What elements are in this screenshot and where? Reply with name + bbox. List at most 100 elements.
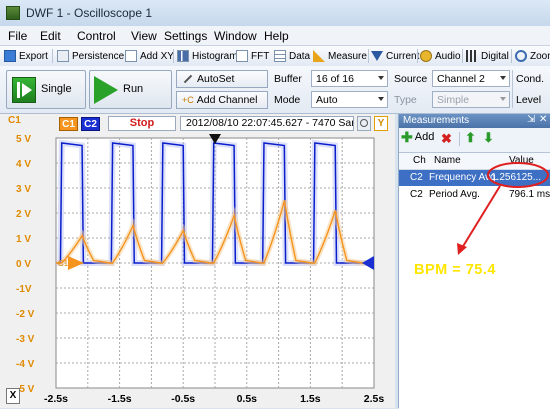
measurements-table: Ch Name Value C2 Frequency Avg. 1.256125… [399, 152, 550, 409]
menu-file[interactable]: File [8, 29, 27, 43]
buffer-label: Buffer [274, 73, 302, 85]
zoom-button[interactable]: Zoom [515, 48, 550, 64]
chevron-down-icon [500, 76, 506, 80]
y-tick-label: 4 V [16, 159, 31, 170]
funnel-icon [371, 51, 383, 61]
toolbar-separator [417, 49, 418, 63]
current-button[interactable]: Current [371, 48, 419, 64]
close-icon[interactable]: ✕ [539, 114, 547, 125]
menu-help[interactable]: Help [264, 29, 289, 43]
measure-button[interactable]: Measure [313, 48, 367, 64]
data-button[interactable]: Data [274, 48, 310, 64]
histogram-button[interactable]: Histogram [177, 48, 238, 64]
y-tick-label: -3 V [16, 334, 35, 345]
row-value: 796.1 ms [509, 189, 550, 200]
y-tick-label: 5 V [16, 134, 31, 145]
type-select[interactable]: Simple [432, 91, 510, 108]
measurements-panel: Measurements ⇲ ✕ ✚ Add ✖ ⬆ ⬇ Ch Name Val… [398, 114, 550, 409]
y-axis-button[interactable]: Y [374, 116, 388, 131]
column-name[interactable]: Name [434, 155, 461, 166]
table-row[interactable]: C2 Frequency Avg. 1.256125... [399, 170, 550, 186]
toolbar: Export Persistence Add XY Histogram FFT … [0, 45, 550, 67]
audio-button[interactable]: Audio [420, 48, 461, 64]
menu-view[interactable]: View [131, 29, 157, 43]
y-tick-label: 2 V [16, 209, 31, 220]
level-label: Level [516, 94, 542, 106]
app-icon [6, 6, 20, 20]
autoset-label: AutoSet [197, 73, 235, 85]
separator [512, 70, 513, 108]
bpm-annotation: BPM = 75.4 [414, 262, 496, 278]
digital-icon [466, 50, 478, 62]
menu-edit[interactable]: Edit [40, 29, 61, 43]
x-tick-label: 0.5s [237, 393, 258, 405]
column-value[interactable]: Value [509, 155, 534, 166]
mode-select[interactable]: Auto [311, 91, 388, 108]
chevron-down-icon [500, 97, 506, 101]
toolbar-separator [52, 49, 53, 63]
scope-plot: C1 5 V4 V3 V2 V1 V0 V-1V-2 V-3 V-4 V-5 V… [0, 114, 395, 408]
mode-value: Auto [316, 93, 338, 106]
separator [459, 132, 460, 146]
autoset-button[interactable]: AutoSet [176, 70, 268, 88]
play-icon [94, 76, 118, 104]
x-tick-label: -1.5s [108, 393, 132, 405]
row-channel: C2 [410, 189, 423, 200]
x-tick-label: -2.5s [44, 393, 68, 405]
magnifier-button[interactable] [357, 116, 371, 131]
fft-label: FFT [251, 50, 270, 62]
menu-window[interactable]: Window [214, 29, 257, 43]
toolbar-separator [511, 49, 512, 63]
fft-button[interactable]: FFT [236, 48, 269, 64]
move-up-icon[interactable]: ⬆ [465, 130, 476, 146]
add-label: Add [414, 131, 435, 143]
capture-timestamp: 2012/08/10 22:07:45.627 - 7470 Sam [180, 116, 354, 131]
tab-c2[interactable]: C2 [81, 117, 100, 131]
wand-icon [183, 74, 193, 84]
measurements-header: Measurements ⇲ ✕ [399, 114, 550, 128]
add-measurement-button[interactable]: ✚ Add [401, 129, 435, 145]
buffer-select[interactable]: 16 of 16 [311, 70, 388, 87]
add-xy-label: Add XY [140, 50, 174, 62]
persistence-label: Persistence [72, 50, 125, 62]
current-label: Current [386, 50, 420, 62]
speaker-icon [420, 50, 432, 62]
xy-plot-icon [125, 50, 137, 62]
digital-label: Digital [481, 50, 509, 62]
add-xy-button[interactable]: Add XY [125, 48, 174, 64]
add-channel-label: Add Channel [196, 94, 258, 106]
menu-control[interactable]: Control [77, 29, 116, 43]
export-button[interactable]: Export [4, 48, 48, 64]
cond-label: Cond. [516, 73, 545, 85]
y-tick-label: 1 V [16, 234, 31, 245]
pin-icon[interactable]: ⇲ [527, 114, 535, 125]
c1-offset-label: C1 [58, 259, 69, 268]
single-label: Single [41, 83, 72, 95]
source-select[interactable]: Channel 2 [432, 70, 510, 87]
title-bar: DWF 1 - Oscilloscope 1 [0, 0, 550, 27]
source-value: Channel 2 [437, 72, 485, 85]
measurements-toolbar: ✚ Add ✖ ⬆ ⬇ [399, 128, 550, 150]
plus-icon: ✚ [401, 129, 413, 145]
x-tick-label: -0.5s [171, 393, 195, 405]
table-header: Ch Name Value [399, 153, 550, 170]
channel-scale-label: C1 [8, 115, 21, 126]
persistence-button[interactable]: Persistence [57, 48, 124, 64]
y-tick-label: 0 V [16, 259, 31, 270]
column-ch[interactable]: Ch [413, 155, 426, 166]
tab-c1[interactable]: C1 [59, 117, 78, 131]
run-button[interactable]: Run [89, 70, 172, 109]
table-row[interactable]: C2 Period Avg. 796.1 ms [399, 187, 550, 203]
mode-label: Mode [274, 94, 301, 106]
single-icon [12, 77, 36, 103]
digital-button[interactable]: Digital [466, 48, 509, 64]
delete-icon[interactable]: ✖ [441, 131, 452, 147]
x-tick-label: 2.5s [364, 393, 385, 405]
menu-settings[interactable]: Settings [164, 29, 207, 43]
move-down-icon[interactable]: ⬇ [483, 130, 494, 146]
y-tick-label: -1V [16, 284, 32, 295]
single-button[interactable]: Single [6, 70, 86, 109]
add-channel-button[interactable]: +C Add Channel [176, 91, 268, 109]
x-axis-button[interactable]: X [6, 388, 20, 404]
export-label: Export [19, 50, 48, 62]
